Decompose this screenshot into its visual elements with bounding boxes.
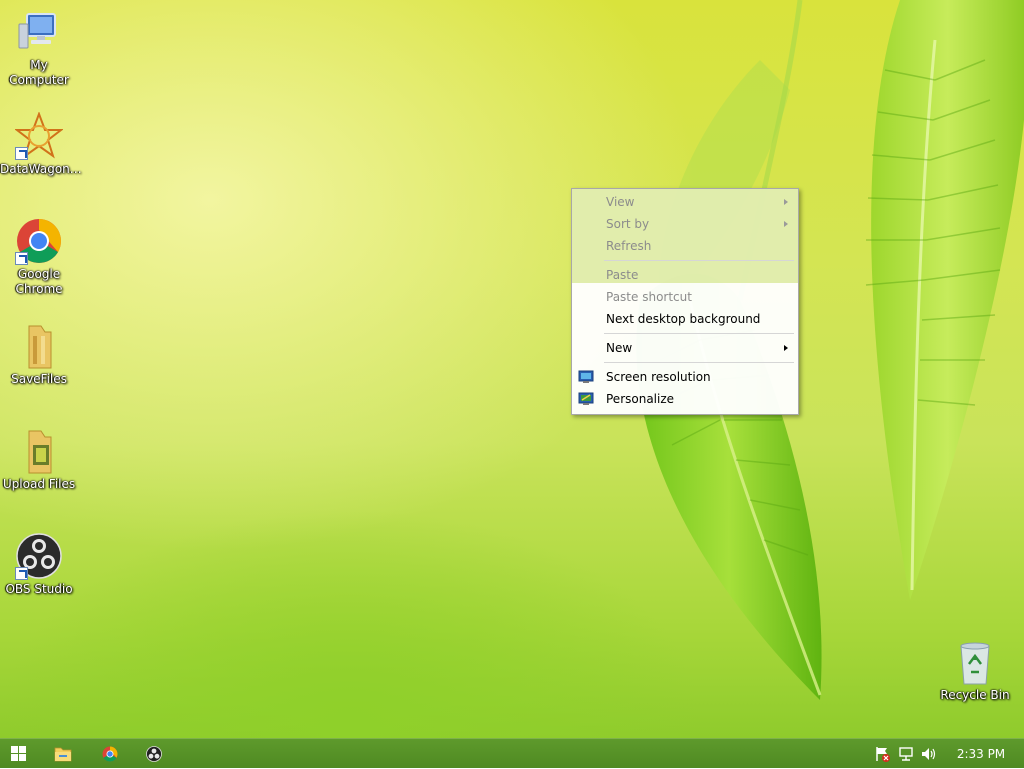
menu-item-label: Next desktop background: [606, 312, 761, 326]
chrome-taskbar-button[interactable]: [90, 739, 130, 769]
desktop[interactable]: My Computer DataWagon… Google Chrome Sav…: [0, 0, 1024, 738]
obs-icon: [146, 746, 162, 766]
desktop-icon-label: DataWagon…: [0, 162, 82, 176]
menu-item-label: New: [606, 341, 633, 355]
menu-item-label: Refresh: [606, 239, 652, 253]
wallpaper-leaves: [636, 0, 1024, 700]
menu-item-view[interactable]: View: [572, 191, 798, 213]
desktop-icon-savefiles[interactable]: SaveFiles: [0, 322, 78, 387]
desktop-icon-obs-studio[interactable]: OBS Studio: [0, 532, 78, 597]
datawagon-icon: [14, 111, 64, 160]
menu-item-label: Sort by: [606, 217, 650, 231]
menu-item-personalize[interactable]: Personalize: [572, 388, 798, 410]
windows-logo-icon: [11, 746, 26, 765]
menu-item-label: Personalize: [606, 392, 675, 406]
shortcut-arrow-icon: [15, 567, 28, 580]
menu-separator: [604, 333, 794, 334]
folder-icon: [15, 322, 63, 370]
menu-item-screen-resolution[interactable]: Screen resolution: [572, 366, 798, 388]
computer-icon: [15, 8, 63, 56]
chrome-icon: [15, 217, 63, 265]
obs-icon: [15, 532, 63, 580]
submenu-arrow-icon: [784, 345, 788, 351]
desktop-icon-label: Recycle Bin: [940, 688, 1010, 702]
desktop-icon-label: SaveFiles: [11, 372, 67, 386]
desktop-icon-label: My Computer: [9, 58, 69, 87]
menu-item-new[interactable]: New: [572, 337, 798, 359]
desktop-icon-datawagon[interactable]: DataWagon…: [0, 111, 82, 177]
menu-separator: [604, 362, 794, 363]
menu-item-label: Paste: [606, 268, 639, 282]
desktop-icon-label: Upload Files: [2, 477, 76, 491]
desktop-icon-recycle-bin[interactable]: Recycle Bin: [936, 638, 1014, 703]
submenu-arrow-icon: [784, 199, 788, 205]
submenu-arrow-icon: [784, 221, 788, 227]
chrome-icon: [102, 746, 118, 766]
folder-icon: [54, 746, 72, 766]
menu-item-sort-by[interactable]: Sort by: [572, 213, 798, 235]
desktop-icon-label: Google Chrome: [15, 267, 63, 296]
shortcut-arrow-icon: [15, 252, 28, 265]
start-button[interactable]: [0, 739, 40, 769]
desktop-icon-my-computer[interactable]: My Computer: [0, 8, 78, 88]
menu-item-label: Screen resolution: [606, 370, 711, 384]
personalize-icon: [578, 391, 594, 407]
menu-item-paste-shortcut[interactable]: Paste shortcut: [572, 286, 798, 308]
menu-item-label: View: [606, 195, 635, 209]
menu-item-paste[interactable]: Paste: [572, 264, 798, 286]
folder-icon: [15, 427, 63, 475]
screen-resolution-icon: [578, 369, 594, 385]
desktop-icon-upload-files[interactable]: Upload Files: [0, 427, 78, 492]
file-explorer-button[interactable]: [42, 739, 82, 769]
volume-icon[interactable]: [920, 745, 938, 763]
action-center-flag-icon[interactable]: [874, 745, 892, 763]
menu-item-next-desktop-background[interactable]: Next desktop background: [572, 308, 798, 330]
menu-item-label: Paste shortcut: [606, 290, 692, 304]
menu-item-refresh[interactable]: Refresh: [572, 235, 798, 257]
desktop-icon-google-chrome[interactable]: Google Chrome: [0, 217, 78, 297]
taskbar: 2:33 PM: [0, 738, 1024, 768]
desktop-context-menu: View Sort by Refresh Paste Paste shortcu…: [571, 188, 799, 415]
taskbar-clock[interactable]: 2:33 PM: [956, 739, 1006, 769]
menu-separator: [604, 260, 794, 261]
network-icon[interactable]: [897, 745, 915, 763]
obs-taskbar-button[interactable]: [134, 739, 174, 769]
desktop-icon-label: OBS Studio: [5, 582, 73, 596]
shortcut-arrow-icon: [15, 147, 28, 160]
recycle-bin-icon: [951, 638, 999, 686]
